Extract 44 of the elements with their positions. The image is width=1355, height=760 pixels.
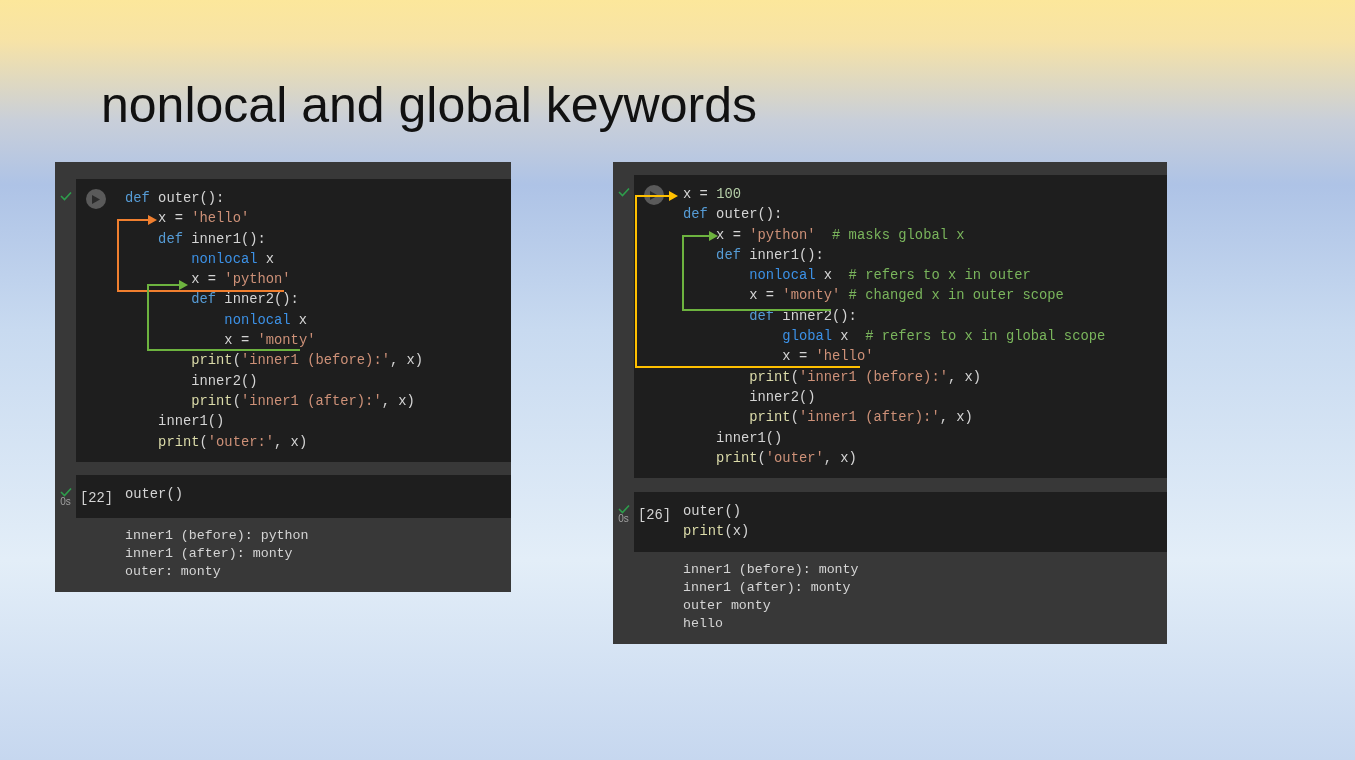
code-line: x = 100 <box>683 186 742 204</box>
code-line: x = 'python' <box>190 271 292 290</box>
code-line: inner1() <box>715 429 784 448</box>
code-line: print('inner1 (before):', x) <box>748 368 983 387</box>
code-line: inner2() <box>748 388 817 407</box>
code-line: def inner1(): <box>715 246 825 265</box>
elapsed-time: 0s <box>60 496 71 507</box>
code-line: def outer(): <box>683 206 784 225</box>
code-line: def outer(): <box>125 190 226 208</box>
output-line: inner1 (after): monty <box>683 578 852 597</box>
run-button[interactable] <box>644 185 664 205</box>
code-line: print('inner1 (before):', x) <box>190 352 424 371</box>
output-line: inner1 (after): monty <box>125 545 294 564</box>
code-line: x = 'hello' <box>157 210 251 229</box>
code-line: print('outer:', x) <box>157 433 309 452</box>
elapsed-time: 0s <box>618 514 629 525</box>
code-line: print(x) <box>683 523 750 542</box>
execution-count: [26] <box>638 508 672 524</box>
execution-count: [22] <box>80 490 114 506</box>
code-line: print('inner1 (after):', x) <box>748 409 974 428</box>
code-line: print('outer', x) <box>715 449 858 468</box>
code-line: x = 'monty' # changed x in outer scope <box>748 287 1065 306</box>
code-line: print('inner1 (after):', x) <box>190 392 416 411</box>
output-line: hello <box>683 614 724 633</box>
code-line: x = 'monty' <box>223 332 317 351</box>
code-line: nonlocal x <box>223 311 309 330</box>
code-line: def inner2(): <box>190 291 300 310</box>
play-icon <box>92 194 100 204</box>
output-line: inner1 (before): python <box>125 527 310 546</box>
code-line: global x # refers to x in global scope <box>781 328 1106 347</box>
code-line: x = 'python' # masks global x <box>715 226 966 245</box>
output-line: outer: monty <box>125 563 222 582</box>
code-line: inner2() <box>190 372 259 391</box>
output-line: inner1 (before): monty <box>683 560 860 579</box>
slide-title: nonlocal and global keywords <box>100 76 758 135</box>
code-line: outer() <box>125 485 183 504</box>
code-line: def inner1(): <box>157 230 267 249</box>
code-line: nonlocal x <box>190 250 276 269</box>
code-line: nonlocal x # refers to x in outer <box>748 267 1032 286</box>
code-line: outer() <box>683 503 742 522</box>
code-line: inner1() <box>157 413 226 432</box>
play-icon <box>650 190 658 200</box>
code-line: x = 'hello' <box>781 348 875 367</box>
output-line: outer monty <box>683 596 772 615</box>
